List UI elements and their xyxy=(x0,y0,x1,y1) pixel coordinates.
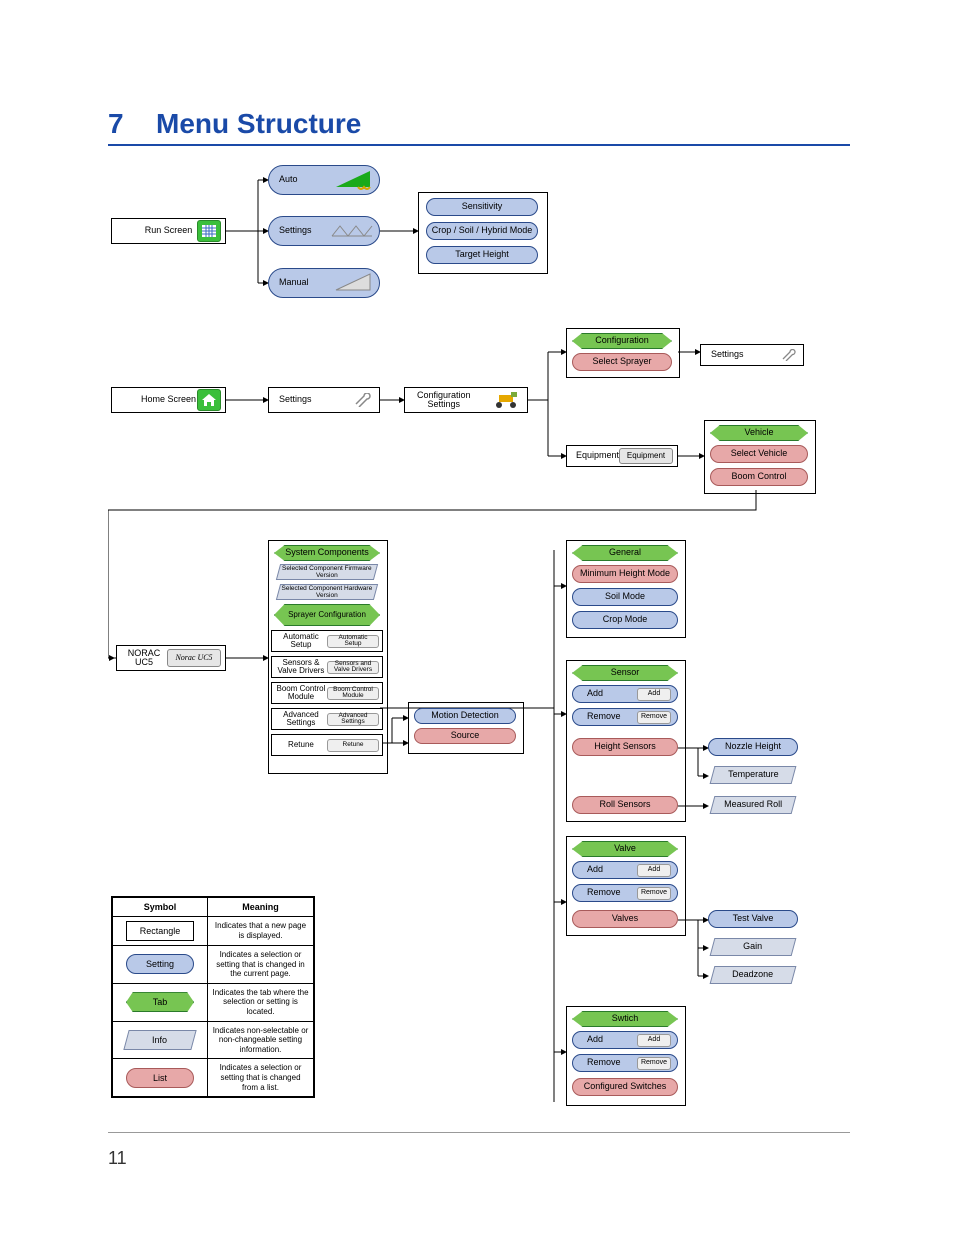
test-valve-setting: Test Valve xyxy=(708,910,798,928)
legend-info: Info xyxy=(123,1030,196,1050)
section-heading: 7 Menu Structure xyxy=(108,108,850,146)
valve-tab: Valve xyxy=(572,841,678,857)
manual-label: Manual xyxy=(279,278,309,287)
legend-setting-mean: Indicates a selection or setting that is… xyxy=(208,946,314,984)
legend-header-meaning: Meaning xyxy=(208,898,314,917)
hardware-info: Selected Component Hardware Version xyxy=(276,584,378,600)
source-list: Source xyxy=(414,728,516,744)
switch-add-setting: Add Add xyxy=(572,1031,678,1049)
run-screen-label: Run Screen xyxy=(139,226,199,235)
crop-soil-hybrid-setting: Crop / Soil / Hybrid Mode xyxy=(426,222,538,240)
settings-label-1: Settings xyxy=(279,226,312,235)
norac-button[interactable]: Norac UC5 xyxy=(167,649,221,667)
home-icon xyxy=(197,389,221,411)
wrench-icon-2 xyxy=(781,349,797,361)
legend-info-mean: Indicates non-selectable or non-changeab… xyxy=(208,1021,314,1059)
sensitivity-setting: Sensitivity xyxy=(426,198,538,216)
motion-detection-setting: Motion Detection xyxy=(414,708,516,724)
sensor-add-button[interactable]: Add xyxy=(637,688,671,701)
run-screen-box: Run Screen xyxy=(111,218,226,244)
adv-settings-box: Advanced Settings Advanced Settings xyxy=(271,708,383,730)
crop-mode-setting: Crop Mode xyxy=(572,611,678,629)
config-settings-box: Configuration Settings xyxy=(404,387,528,413)
temperature-info: Temperature xyxy=(710,766,797,784)
valve-remove-setting: Remove Remove xyxy=(572,884,678,902)
retune-button[interactable]: Retune xyxy=(327,739,379,752)
legend-list-mean: Indicates a selection or setting that is… xyxy=(208,1059,314,1097)
settings-pill-top: Settings xyxy=(268,216,380,246)
auto-setting: Auto xyxy=(268,165,380,195)
valve-add-setting: Add Add xyxy=(572,861,678,879)
sprayer-icon xyxy=(489,391,523,409)
page-number: 11 xyxy=(108,1148,127,1169)
valves-list: Valves xyxy=(572,910,678,928)
measured-roll-info: Measured Roll xyxy=(710,796,797,814)
retune-box: Retune Retune xyxy=(271,734,383,756)
switch-remove-setting: Remove Remove xyxy=(572,1054,678,1072)
sensors-valve-button[interactable]: Sensors and Valve Drivers xyxy=(327,661,379,674)
settings-box-right: Settings xyxy=(700,344,804,366)
diagram-canvas: Run Screen Auto Settings Manual Sensitiv… xyxy=(108,150,850,1110)
sensor-remove-setting: Remove Remove xyxy=(572,708,678,726)
soil-mode-setting: Soil Mode xyxy=(572,588,678,606)
height-sensors-list: Height Sensors xyxy=(572,738,678,756)
boom-ctrl-mod-button[interactable]: Boom Control Module xyxy=(327,687,379,700)
equipment-button[interactable]: Equipment xyxy=(619,448,673,464)
legend-rectangle: Rectangle xyxy=(126,921,194,941)
home-screen-label: Home Screen xyxy=(139,395,199,404)
wrench-icon xyxy=(353,393,371,407)
sensor-tab: Sensor xyxy=(572,665,678,681)
home-screen-box: Home Screen xyxy=(111,387,226,413)
legend-table: Symbol Meaning Rectangle Indicates that … xyxy=(111,896,315,1098)
footer-separator xyxy=(108,1132,850,1133)
general-tab: General xyxy=(572,545,678,561)
section-number: 7 xyxy=(108,108,124,139)
roll-sensors-list: Roll Sensors xyxy=(572,796,678,814)
boom-ctrl-mod-box: Boom Control Module Boom Control Module xyxy=(271,682,383,704)
norac-box: NORAC UC5 Norac UC5 xyxy=(116,645,226,671)
deadzone-info: Deadzone xyxy=(710,966,797,984)
select-vehicle-list: Select Vehicle xyxy=(710,445,808,463)
switch-add-button[interactable]: Add xyxy=(637,1034,671,1047)
legend-header-symbol: Symbol xyxy=(113,898,208,917)
target-height-setting: Target Height xyxy=(426,246,538,264)
min-height-mode-list: Minimum Height Mode xyxy=(572,565,678,583)
truss-icon xyxy=(330,222,374,240)
legend-tab-mean: Indicates the tab where the selection or… xyxy=(208,983,314,1021)
boom-control-list: Boom Control xyxy=(710,468,808,486)
configured-switches-list: Configured Switches xyxy=(572,1078,678,1096)
auto-icon xyxy=(334,169,374,191)
manual-setting: Manual xyxy=(268,268,380,298)
settings-box-2: Settings xyxy=(268,387,380,413)
legend-tab: Tab xyxy=(126,992,194,1012)
sensors-valve-box: Sensors & Valve Drivers Sensors and Valv… xyxy=(271,656,383,678)
nozzle-height-setting: Nozzle Height xyxy=(708,738,798,756)
manual-icon xyxy=(334,272,374,294)
auto-label: Auto xyxy=(279,175,298,184)
firmware-info: Selected Component Firmware Version xyxy=(276,564,378,580)
select-sprayer-list: Select Sprayer xyxy=(572,353,672,371)
system-components-tab: System Components xyxy=(274,545,380,561)
legend-rectangle-mean: Indicates that a new page is displayed. xyxy=(208,917,314,946)
settings-label-2: Settings xyxy=(279,395,312,404)
grid-icon xyxy=(197,220,221,242)
auto-setup-button[interactable]: Automatic Setup xyxy=(327,635,379,648)
switch-remove-button[interactable]: Remove xyxy=(637,1057,671,1070)
sensor-add-setting: Add Add xyxy=(572,685,678,703)
legend-setting: Setting xyxy=(126,954,194,974)
valve-remove-button[interactable]: Remove xyxy=(637,887,671,900)
sprayer-config-tab: Sprayer Configuration xyxy=(274,604,380,626)
switch-tab: Swtich xyxy=(572,1011,678,1027)
configuration-tab: Configuration xyxy=(572,333,672,349)
valve-add-button[interactable]: Add xyxy=(637,864,671,877)
vehicle-tab: Vehicle xyxy=(710,425,808,441)
sensor-remove-button[interactable]: Remove xyxy=(637,711,671,724)
adv-settings-button[interactable]: Advanced Settings xyxy=(327,713,379,726)
legend-list: List xyxy=(126,1068,194,1088)
config-settings-label: Configuration Settings xyxy=(413,391,475,410)
equipment-box: Equipment Equipment xyxy=(566,445,678,467)
auto-setup-box: Automatic Setup Automatic Setup xyxy=(271,630,383,652)
section-title: Menu Structure xyxy=(156,108,361,139)
gain-info: Gain xyxy=(710,938,797,956)
